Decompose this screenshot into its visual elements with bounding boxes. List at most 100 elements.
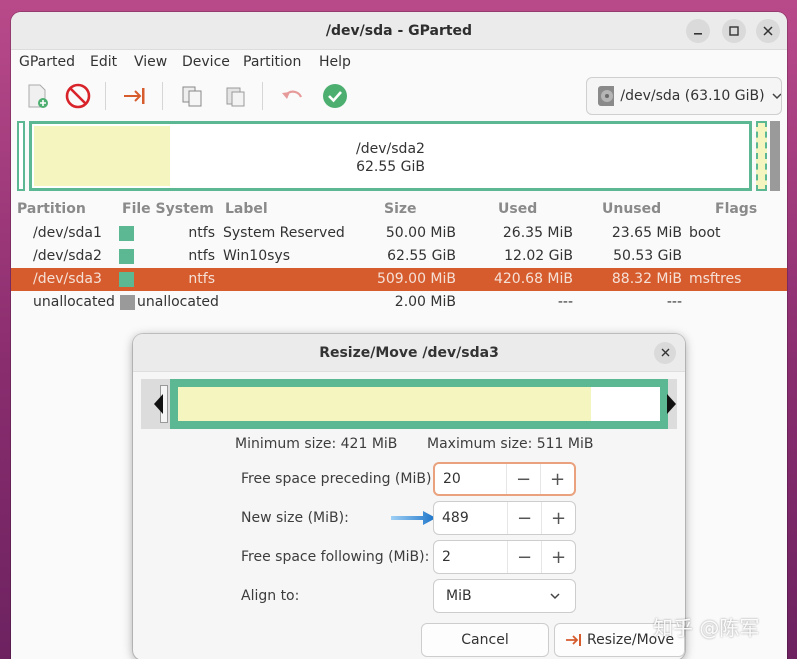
cancel-button[interactable]: Cancel: [421, 623, 549, 657]
new-size-spinner[interactable]: 489 − +: [433, 501, 576, 535]
watermark: 知乎 @陈军: [653, 616, 760, 640]
minimize-button[interactable]: [686, 19, 710, 43]
free-space-following-value[interactable]: 2: [434, 549, 507, 565]
resize-move-dialog: Resize/Move /dev/sda3 Minimum size: 421 …: [133, 334, 685, 659]
checkmark-icon: [323, 84, 347, 108]
increment-button[interactable]: +: [541, 502, 575, 534]
free-space-preceding-value[interactable]: 20: [435, 471, 506, 487]
unallocated-block[interactable]: [770, 121, 780, 191]
left-resize-handle[interactable]: [154, 394, 164, 414]
partition-list: /dev/sda1 ntfs System Reserved 50.00 MiB 26.…: [11, 222, 787, 318]
minus-icon: −: [516, 507, 533, 529]
gparted-window: /dev/sda - GParted GParted Edit View Dev…: [11, 12, 787, 659]
cell-size: 62.55 GiB: [387, 248, 456, 264]
title-bar[interactable]: /dev/sda - GParted: [11, 12, 787, 50]
increment-button[interactable]: +: [541, 541, 575, 573]
close-icon: [661, 348, 669, 357]
plus-icon: +: [550, 507, 567, 529]
cell-size: 50.00 MiB: [385, 225, 456, 241]
cell-unused: 23.65 MiB: [611, 225, 682, 241]
cell-used: 26.35 MiB: [502, 225, 573, 241]
close-window-button[interactable]: [756, 19, 780, 43]
col-filesystem[interactable]: File System: [122, 198, 214, 220]
col-flags[interactable]: Flags: [715, 198, 757, 220]
dialog-title: Resize/Move /dev/sda3: [133, 334, 685, 372]
cell-used: 420.68 MiB: [493, 271, 573, 287]
menu-gparted[interactable]: GParted: [19, 50, 75, 74]
toolbar: /dev/sda (63.10 GiB): [11, 74, 787, 116]
partition-block-sda3[interactable]: [756, 121, 767, 191]
menu-partition[interactable]: Partition: [243, 50, 301, 74]
table-row[interactable]: /dev/sda2 ntfs Win10sys 62.55 GiB 12.02 GiB 5…: [11, 245, 787, 268]
new-size-value[interactable]: 489: [434, 510, 507, 526]
col-size[interactable]: Size: [384, 198, 417, 220]
chevron-down-icon: [550, 593, 560, 600]
col-unused[interactable]: Unused: [602, 198, 661, 220]
decrement-button[interactable]: −: [506, 464, 540, 494]
resize-move-button[interactable]: [118, 79, 152, 113]
copy-icon: [182, 86, 202, 107]
partition-bar-inner: [178, 387, 660, 421]
resize-arrow-icon: [124, 88, 145, 104]
window-title: /dev/sda - GParted: [325, 23, 473, 39]
cell-fs: ntfs: [188, 248, 215, 264]
disk-map-name: /dev/sda2: [356, 141, 425, 157]
disk-map[interactable]: /dev/sda2 62.55 GiB: [17, 121, 785, 191]
plus-icon: +: [549, 468, 566, 490]
device-selector-label: /dev/sda (63.10 GiB): [620, 88, 765, 104]
partition-bar[interactable]: [170, 379, 668, 429]
new-partition-button[interactable]: [20, 79, 54, 113]
menu-view[interactable]: View: [134, 50, 167, 74]
partition-list-header: Partition File System Label Size Used Un…: [11, 198, 787, 220]
apply-button[interactable]: [318, 79, 352, 113]
align-to-value: MiB: [446, 588, 472, 604]
new-document-icon: [28, 84, 48, 108]
used-space-fill: [178, 387, 591, 421]
col-label[interactable]: Label: [225, 198, 268, 220]
filesystem-color-swatch: [119, 272, 134, 287]
cell-partition: /dev/sda1: [33, 225, 102, 241]
menu-bar: GParted Edit View Device Partition Help: [11, 50, 787, 74]
maximize-button[interactable]: [722, 19, 746, 43]
maximum-size-label: Maximum size: 511 MiB: [427, 436, 594, 452]
partition-block-sda2[interactable]: /dev/sda2 62.55 GiB: [29, 121, 752, 191]
hard-disk-icon: [598, 86, 615, 106]
cell-used: ---: [557, 294, 573, 310]
undo-button[interactable]: [275, 79, 309, 113]
device-selector[interactable]: /dev/sda (63.10 GiB): [586, 77, 782, 115]
increment-button[interactable]: +: [540, 464, 574, 494]
cell-unused: 50.53 GiB: [613, 248, 682, 264]
col-used[interactable]: Used: [498, 198, 537, 220]
cell-flags: boot: [689, 225, 721, 241]
cell-unused: 88.32 MiB: [611, 271, 682, 287]
menu-help[interactable]: Help: [319, 50, 351, 74]
dialog-close-button[interactable]: [654, 342, 676, 364]
decrement-button[interactable]: −: [507, 541, 541, 573]
cell-fs: unallocated: [137, 294, 219, 310]
close-icon: [763, 26, 773, 36]
menu-edit[interactable]: Edit: [90, 50, 117, 74]
partition-block-sda1[interactable]: [17, 121, 25, 191]
menu-device[interactable]: Device: [182, 50, 230, 74]
align-to-select[interactable]: MiB: [433, 579, 576, 613]
delete-partition-button[interactable]: [61, 79, 95, 113]
cell-partition: unallocated: [33, 294, 115, 310]
table-row[interactable]: unallocated unallocated 2.00 MiB --- ---: [11, 291, 787, 314]
align-to-label: Align to:: [241, 588, 300, 604]
copy-button[interactable]: [175, 79, 209, 113]
decrement-button[interactable]: −: [507, 502, 541, 534]
right-resize-handle[interactable]: [667, 394, 677, 414]
cell-used: 12.02 GiB: [504, 248, 573, 264]
new-size-label: New size (MiB):: [241, 510, 349, 526]
col-partition[interactable]: Partition: [17, 198, 86, 220]
cell-size: 2.00 MiB: [394, 294, 456, 310]
disk-map-size: 62.55 GiB: [356, 159, 425, 175]
table-row[interactable]: /dev/sda1 ntfs System Reserved 50.00 MiB 26.…: [11, 222, 787, 245]
table-row[interactable]: /dev/sda3 ntfs 509.00 MiB 420.68 MiB 88.32 M…: [11, 268, 787, 291]
arrow-right-icon: [391, 511, 436, 525]
free-space-following-spinner[interactable]: 2 − +: [433, 540, 576, 574]
paste-button[interactable]: [218, 79, 252, 113]
free-space-preceding-spinner[interactable]: 20 − +: [433, 462, 576, 496]
partition-resizer[interactable]: [141, 379, 677, 429]
cell-fs: ntfs: [188, 225, 215, 241]
